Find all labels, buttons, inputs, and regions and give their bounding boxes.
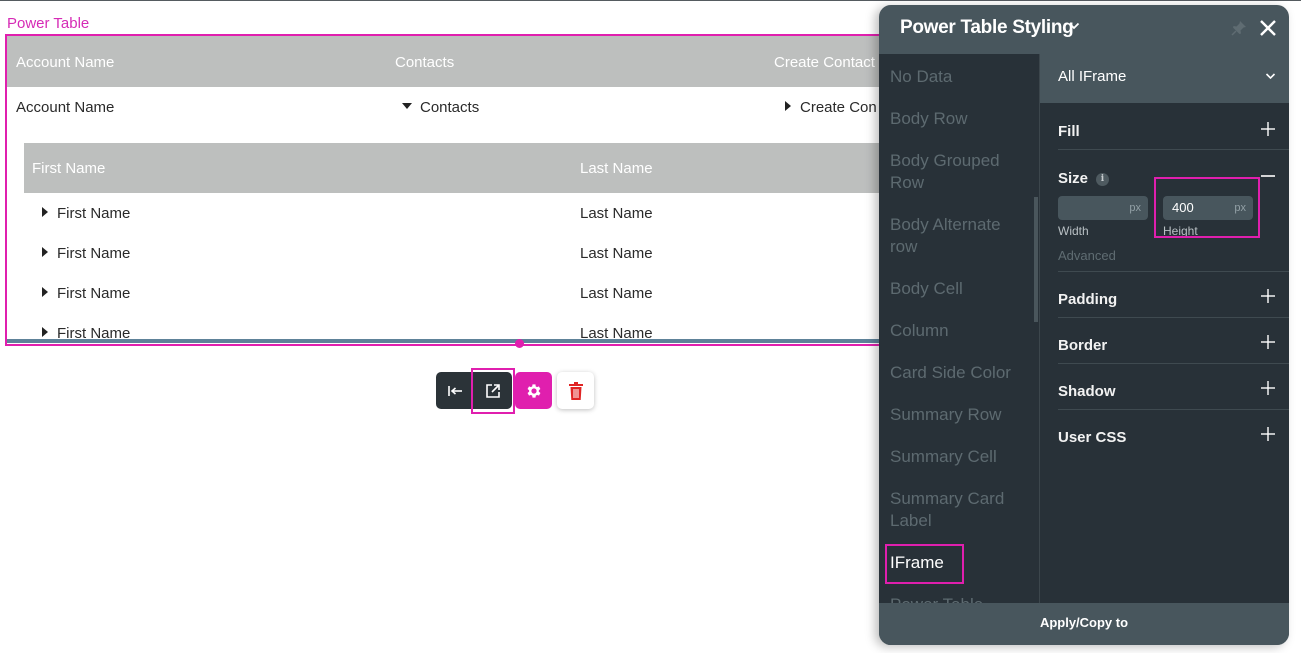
delete-button[interactable] [557, 372, 594, 409]
settings-button[interactable] [515, 372, 552, 409]
cell-first-name[interactable]: First Name [42, 245, 130, 262]
element-item-no-data[interactable]: No Data [890, 66, 1030, 88]
collapse-left-icon [448, 385, 462, 396]
column-header-last-name[interactable]: Last Name [580, 160, 653, 177]
gear-icon [527, 383, 540, 398]
first-name-text: First Name [57, 205, 131, 222]
component-label: Power Table [7, 15, 90, 32]
element-item-body-alternate-row[interactable]: Body Alternate row [890, 214, 1030, 258]
first-name-text: First Name [57, 245, 131, 262]
pin-icon[interactable] [1230, 19, 1248, 37]
style-properties: All IFrame Fill Size i px Width 400 px He… [1040, 54, 1289, 603]
chevron-down-icon[interactable] [1068, 21, 1080, 31]
section-padding-label: Padding [1058, 291, 1118, 308]
size-label-text: Size [1058, 170, 1089, 187]
plus-icon[interactable] [1261, 427, 1275, 441]
cell-last-name: Last Name [580, 245, 653, 262]
caret-right-icon[interactable] [785, 101, 791, 112]
cell-account-name: Account Name [16, 99, 115, 116]
section-user-css-label: User CSS [1058, 429, 1127, 446]
section-border-label: Border [1058, 337, 1108, 354]
section-fill[interactable]: Fill [1058, 103, 1289, 150]
apply-copy-label: Apply/Copy to [1039, 615, 1129, 630]
cell-last-name: Last Name [580, 205, 653, 222]
cell-create-contact[interactable]: Create Con [785, 99, 877, 116]
caret-right-icon[interactable] [42, 287, 48, 298]
highlight-height-input [1154, 177, 1260, 238]
apply-copy-button[interactable]: Apply/Copy to [879, 603, 1289, 645]
width-label: Width [1058, 224, 1089, 238]
cell-first-name[interactable]: First Name [42, 205, 130, 222]
element-item-body-grouped-row[interactable]: Body Grouped Row [890, 150, 1030, 194]
highlight-iframe [885, 544, 964, 584]
element-item-summary-card-label[interactable]: Summary Card Label [890, 488, 1030, 532]
power-table[interactable]: Account Name Contacts Create Contact Acc… [5, 34, 890, 346]
section-fill-label: Fill [1058, 123, 1080, 140]
contacts-label: Contacts [420, 99, 480, 116]
element-item-summary-cell[interactable]: Summary Cell [890, 446, 1030, 468]
element-item-column[interactable]: Column [890, 320, 1030, 342]
plus-icon[interactable] [1261, 289, 1275, 303]
element-item-body-cell[interactable]: Body Cell [890, 278, 1030, 300]
element-list-scrollbar[interactable] [1034, 197, 1038, 322]
highlight-open-external [471, 368, 515, 414]
info-icon[interactable]: i [1096, 173, 1110, 186]
caret-right-icon[interactable] [42, 247, 48, 258]
create-contact-label: Create Con [800, 99, 877, 116]
width-input[interactable]: px [1058, 196, 1148, 220]
column-header-account-name[interactable]: Account Name [16, 54, 114, 71]
element-item-summary-row[interactable]: Summary Row [890, 404, 1030, 426]
column-header-create-contact[interactable]: Create Contact [774, 54, 875, 71]
caret-right-icon[interactable] [42, 327, 48, 338]
section-user-css[interactable]: User CSS [1058, 410, 1289, 456]
plus-icon[interactable] [1261, 381, 1275, 395]
plus-icon[interactable] [1261, 335, 1275, 349]
section-shadow[interactable]: Shadow [1058, 364, 1289, 410]
chevron-down-icon [1265, 73, 1276, 80]
trash-icon [568, 381, 583, 400]
column-header-contacts[interactable]: Contacts [395, 54, 454, 71]
state-dropdown-value: All IFrame [1058, 68, 1127, 85]
collapse-left-button[interactable] [436, 372, 474, 409]
first-name-text: First Name [57, 285, 131, 302]
advanced-link[interactable]: Advanced [1058, 248, 1116, 263]
table-header: Account Name Contacts Create Contact [7, 36, 888, 87]
caret-right-icon[interactable] [42, 207, 48, 218]
minus-icon[interactable] [1261, 175, 1275, 177]
plus-icon[interactable] [1261, 122, 1275, 136]
section-border[interactable]: Border [1058, 318, 1289, 364]
styling-panel: Power Table Styling No Data Body Row Bod… [879, 5, 1289, 645]
element-item-power-table[interactable]: Power Table [890, 594, 1030, 603]
section-shadow-label: Shadow [1058, 383, 1116, 400]
section-size-label[interactable]: Size i [1058, 170, 1110, 187]
window-top-border [0, 0, 1301, 1]
element-item-card-side-color[interactable]: Card Side Color [890, 362, 1030, 384]
section-padding[interactable]: Padding [1058, 272, 1289, 318]
panel-title[interactable]: Power Table Styling [900, 17, 1074, 39]
caret-down-icon[interactable] [402, 103, 412, 110]
component-toolbar [436, 372, 594, 409]
cell-contacts[interactable]: Contacts [402, 99, 479, 116]
column-header-first-name[interactable]: First Name [32, 160, 105, 177]
cell-first-name[interactable]: First Name [42, 285, 130, 302]
close-icon[interactable] [1258, 18, 1278, 38]
element-item-body-row[interactable]: Body Row [890, 108, 1030, 130]
cell-last-name: Last Name [580, 285, 653, 302]
resize-handle[interactable] [515, 339, 524, 348]
sub-table-header: First Name Last Name [24, 143, 888, 193]
width-unit: px [1129, 202, 1141, 214]
horizontal-scrollbar[interactable] [7, 339, 888, 343]
state-dropdown[interactable]: All IFrame [1040, 54, 1289, 103]
element-list: No Data Body Row Body Grouped Row Body A… [879, 54, 1039, 603]
